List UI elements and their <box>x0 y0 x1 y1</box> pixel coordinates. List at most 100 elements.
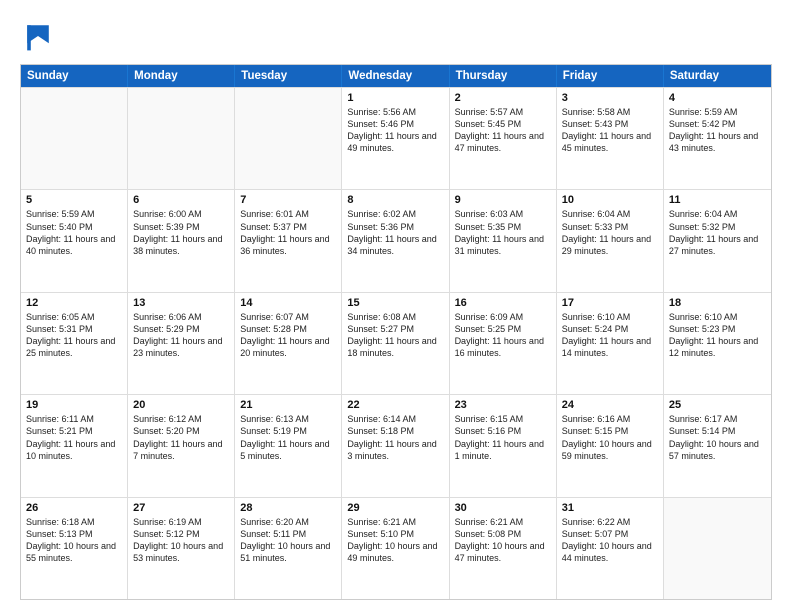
day-info: Sunrise: 6:10 AM Sunset: 5:24 PM Dayligh… <box>562 311 658 360</box>
day-info: Sunrise: 6:04 AM Sunset: 5:32 PM Dayligh… <box>669 208 766 257</box>
day-info: Sunrise: 6:09 AM Sunset: 5:25 PM Dayligh… <box>455 311 551 360</box>
day-number: 3 <box>562 92 658 104</box>
weekday-header-tuesday: Tuesday <box>235 65 342 87</box>
day-number: 17 <box>562 297 658 309</box>
calendar-body: 1Sunrise: 5:56 AM Sunset: 5:46 PM Daylig… <box>21 87 771 599</box>
day-cell-23: 23Sunrise: 6:15 AM Sunset: 5:16 PM Dayli… <box>450 395 557 496</box>
day-info: Sunrise: 6:22 AM Sunset: 5:07 PM Dayligh… <box>562 516 658 565</box>
day-number: 7 <box>240 194 336 206</box>
day-info: Sunrise: 6:08 AM Sunset: 5:27 PM Dayligh… <box>347 311 443 360</box>
day-cell-8: 8Sunrise: 6:02 AM Sunset: 5:36 PM Daylig… <box>342 190 449 291</box>
day-number: 13 <box>133 297 229 309</box>
day-number: 12 <box>26 297 122 309</box>
day-cell-9: 9 Sunrise: 6:03 AM Sunset: 5:35 PM Daylig… <box>450 190 557 291</box>
empty-cell <box>128 88 235 189</box>
day-info: Sunrise: 5:59 AM Sunset: 5:40 PM Dayligh… <box>26 208 122 257</box>
day-number: 26 <box>26 502 122 514</box>
page: SundayMondayTuesdayWednesdayThursdayFrid… <box>0 0 792 612</box>
weekday-header-friday: Friday <box>557 65 664 87</box>
day-number: 9 <box>455 194 551 206</box>
calendar-header: SundayMondayTuesdayWednesdayThursdayFrid… <box>21 65 771 87</box>
day-cell-26: 26 Sunrise: 6:18 AM Sunset: 5:13 PM Dayli… <box>21 498 128 599</box>
day-cell-4: 4 Sunrise: 5:59 AM Sunset: 5:42 PM Daylig… <box>664 88 771 189</box>
day-number: 21 <box>240 399 336 411</box>
day-cell-21: 21Sunrise: 6:13 AM Sunset: 5:19 PM Dayli… <box>235 395 342 496</box>
day-number: 22 <box>347 399 443 411</box>
day-number: 28 <box>240 502 336 514</box>
day-number: 30 <box>455 502 551 514</box>
day-info: Sunrise: 5:56 AM Sunset: 5:46 PM Dayligh… <box>347 106 443 155</box>
day-info: Sunrise: 6:11 AM Sunset: 5:21 PM Dayligh… <box>26 413 122 462</box>
logo-icon <box>20 18 56 54</box>
day-info: Sunrise: 6:06 AM Sunset: 5:29 PM Dayligh… <box>133 311 229 360</box>
weekday-header-monday: Monday <box>128 65 235 87</box>
day-info: Sunrise: 6:10 AM Sunset: 5:23 PM Dayligh… <box>669 311 766 360</box>
day-info: Sunrise: 6:21 AM Sunset: 5:10 PM Dayligh… <box>347 516 443 565</box>
day-number: 5 <box>26 194 122 206</box>
day-number: 25 <box>669 399 766 411</box>
day-info: Sunrise: 6:20 AM Sunset: 5:11 PM Dayligh… <box>240 516 336 565</box>
day-cell-1: 1Sunrise: 5:56 AM Sunset: 5:46 PM Daylig… <box>342 88 449 189</box>
day-number: 16 <box>455 297 551 309</box>
day-info: Sunrise: 5:58 AM Sunset: 5:43 PM Dayligh… <box>562 106 658 155</box>
calendar: SundayMondayTuesdayWednesdayThursdayFrid… <box>20 64 772 600</box>
day-cell-30: 30 Sunrise: 6:21 AM Sunset: 5:08 PM Dayli… <box>450 498 557 599</box>
logo <box>20 18 62 54</box>
day-cell-14: 14Sunrise: 6:07 AM Sunset: 5:28 PM Dayli… <box>235 293 342 394</box>
day-number: 29 <box>347 502 443 514</box>
day-number: 10 <box>562 194 658 206</box>
day-info: Sunrise: 6:15 AM Sunset: 5:16 PM Dayligh… <box>455 413 551 462</box>
day-info: Sunrise: 5:59 AM Sunset: 5:42 PM Dayligh… <box>669 106 766 155</box>
day-cell-24: 24 Sunrise: 6:16 AM Sunset: 5:15 PM Dayli… <box>557 395 664 496</box>
day-number: 20 <box>133 399 229 411</box>
day-cell-27: 27Sunrise: 6:19 AM Sunset: 5:12 PM Dayli… <box>128 498 235 599</box>
day-number: 4 <box>669 92 766 104</box>
day-info: Sunrise: 6:07 AM Sunset: 5:28 PM Dayligh… <box>240 311 336 360</box>
day-cell-29: 29 Sunrise: 6:21 AM Sunset: 5:10 PM Dayli… <box>342 498 449 599</box>
empty-cell <box>664 498 771 599</box>
day-info: Sunrise: 5:57 AM Sunset: 5:45 PM Dayligh… <box>455 106 551 155</box>
day-info: Sunrise: 6:12 AM Sunset: 5:20 PM Dayligh… <box>133 413 229 462</box>
day-number: 8 <box>347 194 443 206</box>
day-cell-6: 6 Sunrise: 6:00 AM Sunset: 5:39 PM Daylig… <box>128 190 235 291</box>
day-number: 31 <box>562 502 658 514</box>
day-info: Sunrise: 6:17 AM Sunset: 5:14 PM Dayligh… <box>669 413 766 462</box>
day-number: 19 <box>26 399 122 411</box>
day-info: Sunrise: 6:04 AM Sunset: 5:33 PM Dayligh… <box>562 208 658 257</box>
calendar-row-4: 26 Sunrise: 6:18 AM Sunset: 5:13 PM Dayli… <box>21 497 771 599</box>
day-number: 11 <box>669 194 766 206</box>
calendar-row-1: 5 Sunrise: 5:59 AM Sunset: 5:40 PM Daylig… <box>21 189 771 291</box>
day-cell-15: 15Sunrise: 6:08 AM Sunset: 5:27 PM Dayli… <box>342 293 449 394</box>
header <box>20 18 772 54</box>
day-info: Sunrise: 6:18 AM Sunset: 5:13 PM Dayligh… <box>26 516 122 565</box>
day-number: 18 <box>669 297 766 309</box>
day-cell-10: 10 Sunrise: 6:04 AM Sunset: 5:33 PM Dayli… <box>557 190 664 291</box>
day-cell-17: 17 Sunrise: 6:10 AM Sunset: 5:24 PM Dayli… <box>557 293 664 394</box>
empty-cell <box>235 88 342 189</box>
day-cell-3: 3 Sunrise: 5:58 AM Sunset: 5:43 PM Daylig… <box>557 88 664 189</box>
day-number: 2 <box>455 92 551 104</box>
day-info: Sunrise: 6:19 AM Sunset: 5:12 PM Dayligh… <box>133 516 229 565</box>
day-number: 24 <box>562 399 658 411</box>
weekday-header-sunday: Sunday <box>21 65 128 87</box>
empty-cell <box>21 88 128 189</box>
day-cell-12: 12 Sunrise: 6:05 AM Sunset: 5:31 PM Dayli… <box>21 293 128 394</box>
day-info: Sunrise: 6:00 AM Sunset: 5:39 PM Dayligh… <box>133 208 229 257</box>
weekday-header-wednesday: Wednesday <box>342 65 449 87</box>
day-number: 6 <box>133 194 229 206</box>
day-info: Sunrise: 6:03 AM Sunset: 5:35 PM Dayligh… <box>455 208 551 257</box>
day-info: Sunrise: 6:05 AM Sunset: 5:31 PM Dayligh… <box>26 311 122 360</box>
day-cell-25: 25 Sunrise: 6:17 AM Sunset: 5:14 PM Dayli… <box>664 395 771 496</box>
day-cell-18: 18 Sunrise: 6:10 AM Sunset: 5:23 PM Dayli… <box>664 293 771 394</box>
calendar-row-0: 1Sunrise: 5:56 AM Sunset: 5:46 PM Daylig… <box>21 87 771 189</box>
day-cell-20: 20 Sunrise: 6:12 AM Sunset: 5:20 PM Dayli… <box>128 395 235 496</box>
weekday-header-saturday: Saturday <box>664 65 771 87</box>
calendar-row-2: 12 Sunrise: 6:05 AM Sunset: 5:31 PM Dayli… <box>21 292 771 394</box>
day-info: Sunrise: 6:21 AM Sunset: 5:08 PM Dayligh… <box>455 516 551 565</box>
day-info: Sunrise: 6:14 AM Sunset: 5:18 PM Dayligh… <box>347 413 443 462</box>
calendar-row-3: 19 Sunrise: 6:11 AM Sunset: 5:21 PM Dayli… <box>21 394 771 496</box>
day-cell-16: 16 Sunrise: 6:09 AM Sunset: 5:25 PM Dayli… <box>450 293 557 394</box>
day-cell-22: 22 Sunrise: 6:14 AM Sunset: 5:18 PM Dayli… <box>342 395 449 496</box>
day-info: Sunrise: 6:16 AM Sunset: 5:15 PM Dayligh… <box>562 413 658 462</box>
day-cell-2: 2 Sunrise: 5:57 AM Sunset: 5:45 PM Daylig… <box>450 88 557 189</box>
